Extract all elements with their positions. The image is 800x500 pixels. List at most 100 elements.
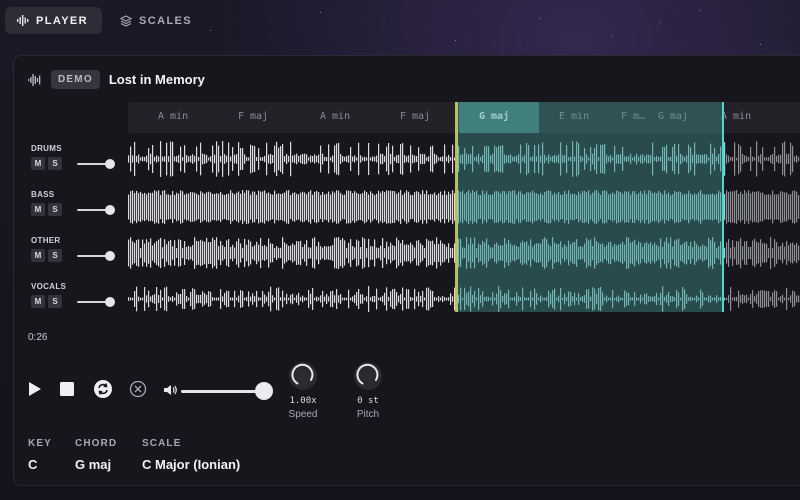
waveform-bar: [798, 156, 800, 162]
master-volume-handle[interactable]: [255, 382, 273, 400]
waveform-bar: [284, 297, 286, 301]
track-volume-handle[interactable]: [105, 159, 115, 169]
waveform-bar: [214, 193, 216, 221]
chord-label[interactable]: F maj: [238, 111, 268, 122]
speed-knob[interactable]: [289, 362, 317, 390]
track-volume-handle[interactable]: [105, 251, 115, 261]
waveform-bar: [252, 246, 254, 260]
waveform-bar: [150, 296, 152, 302]
waveform-bar: [346, 247, 348, 259]
waveform-bar: [748, 297, 750, 301]
waveform-bar: [296, 153, 298, 165]
chord-label[interactable]: A min: [158, 111, 188, 122]
track-volume-handle[interactable]: [105, 205, 115, 215]
waveform-bar: [342, 297, 344, 301]
waveform-bar: [794, 244, 796, 262]
waveform-bar: [404, 297, 406, 301]
play-icon[interactable]: [28, 381, 42, 397]
waveform-bar: [236, 154, 238, 164]
waveform-bar: [286, 293, 288, 305]
track-volume-handle[interactable]: [105, 297, 115, 307]
mute-button[interactable]: M: [31, 249, 45, 262]
chord-label[interactable]: F maj: [400, 111, 430, 122]
solo-button[interactable]: S: [48, 249, 62, 262]
solo-button[interactable]: S: [48, 203, 62, 216]
playhead-marker: [457, 102, 458, 312]
waveform-bar: [172, 191, 174, 223]
stop-icon[interactable]: [60, 382, 74, 396]
waveform-bar: [424, 247, 426, 259]
waveform-bar: [278, 247, 280, 259]
waveform-bar: [738, 290, 740, 308]
waveform-bar: [302, 191, 304, 223]
waveform-bar: [348, 289, 350, 309]
waveform-bar: [200, 191, 202, 223]
waveform-bar: [384, 192, 386, 222]
waveform-bar: [314, 297, 316, 301]
waveform-bar: [734, 296, 736, 302]
waveform-bar: [162, 297, 164, 301]
waveform-bar: [746, 241, 748, 265]
waveform-bar: [416, 191, 418, 223]
waveform-bar: [748, 190, 750, 224]
waveform-bar: [344, 194, 346, 220]
waveform-bar: [352, 246, 354, 260]
waveform-bar: [174, 156, 176, 162]
solo-button[interactable]: S: [48, 295, 62, 308]
waveform-bar: [350, 147, 352, 171]
loop-selection[interactable]: [456, 102, 724, 312]
waveform-bar: [330, 194, 332, 220]
waveform-bar: [420, 153, 422, 165]
waveform-bar: [182, 157, 184, 161]
waveform-bar: [290, 195, 292, 219]
clear-loop-icon[interactable]: [129, 380, 147, 398]
loop-icon[interactable]: [93, 379, 113, 399]
waveform-bar: [740, 295, 742, 303]
waveform-bar: [440, 156, 442, 162]
waveform-bar: [732, 191, 734, 223]
waveform-bar: [290, 245, 292, 261]
waveform-bar: [292, 293, 294, 305]
waveform-bar: [398, 154, 400, 164]
tab-player[interactable]: PLAYER: [5, 7, 103, 34]
solo-button[interactable]: S: [48, 157, 62, 170]
waveform-bar: [358, 240, 360, 266]
waveform-bar: [318, 297, 320, 301]
waveform-bar: [216, 297, 218, 301]
waveform-bar: [192, 154, 194, 164]
waveform-bar: [152, 295, 154, 303]
waveform-bar: [418, 240, 420, 266]
chord-label[interactable]: A min: [320, 111, 350, 122]
waveform-bar: [340, 239, 342, 267]
waveform-bar: [386, 241, 388, 265]
waveform-bar: [774, 146, 776, 172]
waveform-bar: [212, 297, 214, 301]
mute-button[interactable]: M: [31, 295, 45, 308]
mute-button[interactable]: M: [31, 157, 45, 170]
waveform-bar: [322, 191, 324, 223]
waveform-bar: [778, 194, 780, 220]
waveform-bar: [418, 147, 420, 171]
loop-end-handle[interactable]: [722, 102, 724, 312]
tab-scales[interactable]: SCALES: [108, 7, 206, 34]
mute-button[interactable]: M: [31, 203, 45, 216]
waveform-bar: [396, 292, 398, 306]
waveform-bar: [222, 296, 224, 302]
chord-label[interactable]: A min: [721, 111, 751, 122]
waveform-bar: [770, 296, 772, 302]
waveform-bar: [334, 145, 336, 173]
waveform-bar: [374, 195, 376, 219]
waveform-bar: [756, 191, 758, 223]
waveform-bar: [262, 246, 264, 260]
waveform-bar: [294, 244, 296, 262]
master-volume-slider[interactable]: [181, 390, 261, 393]
waveform-bar: [764, 243, 766, 263]
waveform-bar: [148, 147, 150, 171]
waveform-bar: [356, 192, 358, 222]
waveform-bar: [320, 145, 322, 173]
waveform-bar: [164, 287, 166, 311]
waveform-bar: [210, 192, 212, 222]
waveform-bar: [142, 193, 144, 221]
pitch-knob[interactable]: [354, 362, 382, 390]
waveform-bar: [390, 291, 392, 307]
